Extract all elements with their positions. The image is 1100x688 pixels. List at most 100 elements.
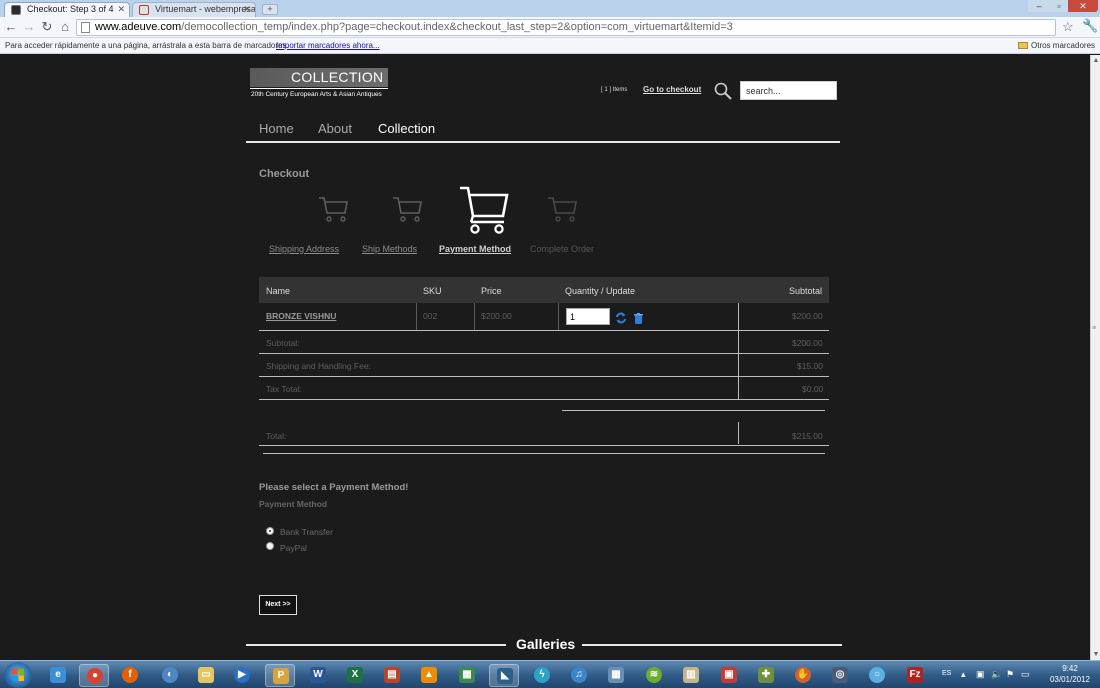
- word-icon[interactable]: W: [303, 664, 333, 687]
- minimize-button[interactable]: –: [1028, 0, 1050, 12]
- start-button[interactable]: [4, 662, 32, 688]
- vlc-icon[interactable]: ▲: [414, 664, 444, 687]
- step-ship-methods[interactable]: Ship Methods: [362, 244, 417, 254]
- program-4-icon[interactable]: ▦: [452, 664, 482, 687]
- network-icon[interactable]: ▣: [976, 669, 985, 680]
- paypal-radio[interactable]: [266, 542, 274, 550]
- product-link[interactable]: BRONZE VISHNU: [266, 311, 336, 321]
- search-input[interactable]: [740, 81, 837, 100]
- row-divider: [259, 445, 829, 446]
- program-11-icon[interactable]: ◎: [825, 664, 855, 687]
- nav-collection[interactable]: Collection: [378, 121, 435, 136]
- nav-about[interactable]: About: [318, 121, 352, 136]
- firefox-icon[interactable]: f: [115, 664, 145, 687]
- cart-step-shipping-icon: [319, 197, 348, 222]
- filezilla-icon[interactable]: Fz: [900, 664, 930, 687]
- program-2-icon[interactable]: P: [265, 664, 295, 687]
- other-bookmarks-button[interactable]: Otros marcadores: [1018, 38, 1095, 53]
- scroll-down-arrow-icon[interactable]: ▼: [1092, 651, 1100, 658]
- bank-transfer-label[interactable]: Bank Transfer: [280, 527, 333, 537]
- other-bookmarks-label: Otros marcadores: [1031, 41, 1096, 50]
- col-price: Price: [481, 286, 502, 296]
- cart-step-ship-methods-icon: [393, 197, 422, 222]
- back-arrow-icon[interactable]: ←: [3, 19, 19, 35]
- calculator-icon[interactable]: ▦: [601, 664, 631, 687]
- program-9-icon[interactable]: ✚: [751, 664, 781, 687]
- reload-icon[interactable]: ↻: [39, 19, 55, 35]
- chrome-icon[interactable]: ●: [79, 664, 109, 687]
- go-to-checkout-link[interactable]: Go to checkout: [643, 85, 701, 94]
- nav-home[interactable]: Home: [259, 121, 294, 136]
- row-divider: [263, 453, 825, 454]
- url-host: www.adeuve.com: [95, 21, 182, 33]
- battery-icon[interactable]: ▭: [1021, 669, 1030, 680]
- program-1-icon[interactable]: ◐: [155, 664, 185, 687]
- program-6-icon[interactable]: ϟ: [527, 664, 557, 687]
- search-icon[interactable]: [714, 82, 732, 100]
- cart-table-header: [259, 277, 829, 303]
- program-7-icon[interactable]: ▥: [676, 664, 706, 687]
- quantity-input[interactable]: [566, 308, 610, 325]
- cart-step-payment-icon: [460, 186, 509, 234]
- clock-time: 9:42: [1062, 664, 1078, 673]
- system-clock[interactable]: 9:42 03/01/2012: [1046, 663, 1094, 685]
- wrench-menu-icon[interactable]: 🔧: [1082, 18, 1098, 34]
- logo-title[interactable]: COLLECTION: [291, 69, 383, 85]
- program-10-icon[interactable]: ✋: [788, 664, 818, 687]
- volume-icon[interactable]: 🔈: [991, 669, 1002, 680]
- bookmarks-hint: Para acceder rápidamente a una página, a…: [5, 41, 289, 50]
- tab-virtuemart[interactable]: Virtuemart - webempresa.jc ✕: [132, 2, 256, 17]
- import-bookmarks-link[interactable]: Importar marcadores ahora...: [276, 38, 380, 53]
- step-shipping-address[interactable]: Shipping Address: [269, 244, 339, 254]
- col-name: Name: [266, 286, 291, 296]
- internet-explorer-icon[interactable]: e: [43, 664, 73, 687]
- flag-icon[interactable]: ⚑: [1006, 669, 1014, 680]
- cell-divider: [738, 422, 739, 444]
- update-quantity-icon[interactable]: [615, 312, 627, 324]
- bookmarks-bar: Para acceder rápidamente a una página, a…: [0, 38, 1100, 54]
- tray-arrow-icon[interactable]: ▴: [961, 669, 966, 680]
- maximize-button[interactable]: ▫: [1050, 0, 1068, 12]
- itunes-icon[interactable]: ♫: [564, 664, 594, 687]
- close-tab-icon[interactable]: ✕: [117, 3, 125, 16]
- forward-arrow-icon[interactable]: →: [21, 19, 37, 35]
- web-page: COLLECTION 20th Century European Arts & …: [0, 55, 1090, 660]
- cell-divider: [558, 303, 559, 330]
- language-indicator[interactable]: ES: [942, 670, 951, 677]
- next-button[interactable]: Next >>: [259, 595, 297, 615]
- bookmark-star-icon[interactable]: ☆: [1062, 19, 1074, 35]
- program-8-icon[interactable]: ▣: [714, 664, 744, 687]
- explorer-icon[interactable]: ▭: [191, 664, 221, 687]
- program-5-icon[interactable]: ◣: [489, 664, 519, 687]
- page-scrollbar[interactable]: ▲ ≡ ▼: [1090, 55, 1100, 660]
- cell-divider: [416, 303, 417, 330]
- step-payment-method[interactable]: Payment Method: [439, 244, 511, 254]
- address-bar[interactable]: www.adeuve.com/democollection_temp/index…: [76, 19, 1056, 36]
- spotify-icon[interactable]: ≋: [639, 664, 669, 687]
- close-window-button[interactable]: ✕: [1068, 0, 1098, 12]
- scroll-thumb-grip-icon[interactable]: ≡: [1092, 325, 1100, 334]
- program-12-icon[interactable]: ○: [862, 664, 892, 687]
- subtotal-label: Subtotal:: [266, 338, 300, 348]
- new-tab-button[interactable]: +: [262, 4, 278, 15]
- scroll-up-arrow-icon[interactable]: ▲: [1092, 57, 1100, 64]
- shipping-value: $15.00: [797, 361, 823, 371]
- close-tab-icon[interactable]: ✕: [243, 3, 251, 16]
- cell-divider: [738, 303, 739, 400]
- windows-logo-icon: [12, 669, 24, 681]
- excel-icon[interactable]: X: [340, 664, 370, 687]
- joomla-favicon-icon: [139, 5, 149, 15]
- home-icon[interactable]: ⌂: [57, 19, 73, 35]
- media-player-icon[interactable]: ▶: [227, 664, 257, 687]
- subtotal-value: $200.00: [792, 338, 823, 348]
- col-subtotal: Subtotal: [789, 286, 823, 296]
- page-icon: [81, 22, 90, 33]
- tab-checkout[interactable]: Checkout: Step 3 of 4 ✕: [4, 2, 130, 17]
- paypal-label[interactable]: PayPal: [280, 543, 307, 553]
- row-divider: [259, 399, 829, 400]
- program-3-icon[interactable]: ▤: [377, 664, 407, 687]
- bank-transfer-radio[interactable]: [266, 527, 274, 535]
- delete-item-icon[interactable]: [634, 313, 643, 324]
- row-divider: [259, 376, 829, 377]
- col-sku: SKU: [423, 286, 442, 296]
